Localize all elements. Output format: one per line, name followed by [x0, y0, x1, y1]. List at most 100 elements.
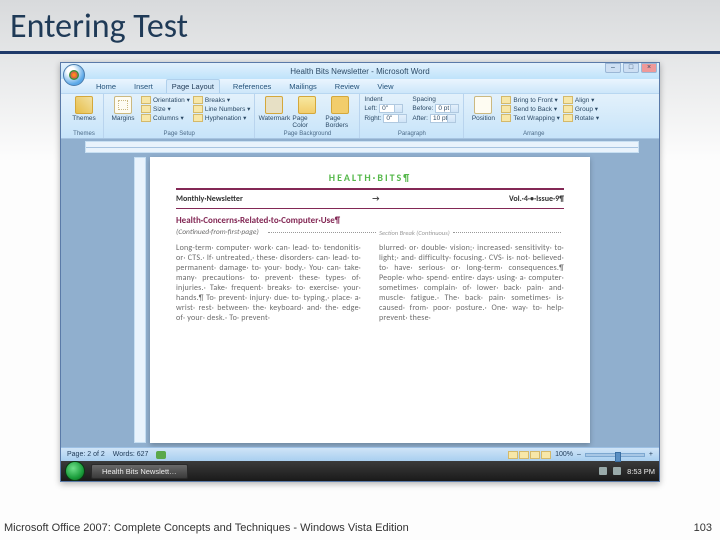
rotate-button[interactable]: Rotate ▾	[563, 114, 599, 122]
align-icon	[563, 96, 573, 104]
page-borders-label: Page Borders	[325, 115, 355, 129]
word-window: Health Bits Newsletter - Microsoft Word …	[60, 62, 660, 482]
document-page[interactable]: HEALTH·BITS¶ Monthly·Newsletter → Vol.·4…	[150, 157, 590, 443]
watermark-label: Watermark	[259, 115, 291, 122]
group-label-page-background: Page Background	[259, 131, 355, 137]
zoom-in-button[interactable]: +	[649, 451, 653, 458]
size-button[interactable]: Size ▾	[141, 105, 190, 113]
position-button[interactable]: Position	[468, 96, 498, 130]
themes-button[interactable]: Themes	[69, 96, 99, 130]
page-borders-icon	[331, 96, 349, 114]
office-button[interactable]	[63, 64, 85, 86]
tab-page-layout[interactable]: Page Layout	[166, 79, 220, 93]
zoom-slider[interactable]	[585, 453, 645, 457]
group-icon	[563, 105, 573, 113]
themes-icon	[75, 96, 93, 114]
zoom-controls: 100% – +	[508, 451, 653, 459]
margins-button[interactable]: Margins	[108, 96, 138, 130]
slide-page-number: 103	[694, 522, 712, 534]
orientation-icon	[141, 96, 151, 104]
tab-references[interactable]: References	[228, 80, 276, 93]
zoom-out-button[interactable]: –	[577, 451, 581, 458]
tab-home[interactable]: Home	[91, 80, 121, 93]
vertical-ruler[interactable]	[134, 157, 146, 443]
body-column-1: Long-term· computer· work· can· lead· to…	[176, 243, 361, 323]
bring-front-icon	[501, 96, 511, 104]
position-label: Position	[472, 115, 495, 122]
group-label-arrange: Arrange	[468, 131, 599, 137]
ribbon: Themes Themes Margins Orientation ▾ Size…	[61, 93, 659, 139]
newsletter-divider	[176, 188, 564, 190]
newsletter-subtitle-right: Vol.·4·•·Issue·9¶	[509, 194, 564, 204]
spacing-after-input[interactable]: 10 pt	[430, 114, 456, 123]
tab-mailings[interactable]: Mailings	[284, 80, 322, 93]
view-buttons[interactable]	[508, 451, 551, 459]
tray-icon[interactable]	[599, 467, 607, 475]
orientation-button[interactable]: Orientation ▾	[141, 96, 190, 104]
page-borders-button[interactable]: Page Borders	[325, 96, 355, 130]
status-bar: Page: 2 of 2 Words: 627 100% – +	[61, 447, 659, 461]
indent-heading: Indent	[364, 96, 407, 103]
horizontal-ruler[interactable]	[85, 141, 639, 153]
document-area: HEALTH·BITS¶ Monthly·Newsletter → Vol.·4…	[61, 139, 659, 447]
continued-text: (Continued·from·first·page)	[176, 228, 259, 237]
spacing-before-input[interactable]: 0 pt	[435, 104, 459, 113]
watermark-button[interactable]: Watermark	[259, 96, 289, 130]
slide-divider	[0, 51, 720, 54]
tab-insert[interactable]: Insert	[129, 80, 158, 93]
newsletter-title: HEALTH·BITS¶	[176, 171, 564, 184]
columns-button[interactable]: Columns ▾	[141, 114, 190, 122]
body-column-2: blurred· or· double· vision;· increased·…	[379, 243, 564, 323]
position-icon	[474, 96, 492, 114]
hyphenation-button[interactable]: Hyphenation ▾	[193, 114, 251, 122]
line-numbers-button[interactable]: Line Numbers ▾	[193, 105, 251, 113]
ribbon-tabs: Home Insert Page Layout References Maili…	[61, 79, 659, 93]
spellcheck-icon[interactable]	[156, 451, 166, 459]
tray-icon[interactable]	[613, 467, 621, 475]
rotate-icon	[563, 114, 573, 122]
status-page[interactable]: Page: 2 of 2	[67, 451, 105, 459]
tab-view[interactable]: View	[372, 80, 398, 93]
spacing-after-label: After:	[412, 115, 428, 122]
status-words[interactable]: Words: 627	[113, 451, 149, 459]
indent-right-input[interactable]: 0"	[383, 114, 407, 123]
taskbar-app-button[interactable]: Health Bits Newslett…	[91, 464, 188, 479]
newsletter-subtitle-left: Monthly·Newsletter	[176, 194, 243, 204]
newsletter-thin-divider	[176, 208, 564, 209]
clock[interactable]: 8:53 PM	[627, 467, 655, 476]
article-heading: Health·Concerns·Related·to·Computer·Use¶	[176, 215, 564, 226]
section-break-indicator: Section Break (Continuous)	[265, 229, 564, 237]
spacing-heading: Spacing	[412, 96, 459, 103]
slide-title: Entering Test	[0, 0, 720, 49]
minimize-button[interactable]: –	[605, 63, 621, 73]
page-color-button[interactable]: Page Color	[292, 96, 322, 130]
group-paragraph: Indent Spacing Left:0" Before:0 pt Right…	[360, 94, 464, 138]
start-button[interactable]	[65, 461, 85, 481]
slide-footer-text: Microsoft Office 2007: Complete Concepts…	[4, 522, 409, 534]
zoom-level[interactable]: 100%	[555, 451, 573, 458]
indent-right-label: Right:	[364, 115, 381, 122]
themes-label: Themes	[72, 115, 95, 122]
group-label-paragraph: Paragraph	[364, 131, 459, 137]
group-themes: Themes Themes	[65, 94, 104, 138]
align-button[interactable]: Align ▾	[563, 96, 599, 104]
line-numbers-icon	[193, 105, 203, 113]
watermark-icon	[265, 96, 283, 114]
group-label-themes: Themes	[69, 131, 99, 137]
breaks-button[interactable]: Breaks ▾	[193, 96, 251, 104]
window-title: Health Bits Newsletter - Microsoft Word	[290, 67, 429, 76]
wrap-icon	[501, 114, 511, 122]
send-to-back-button[interactable]: Send to Back ▾	[501, 105, 560, 113]
close-button[interactable]: ×	[641, 63, 657, 73]
text-wrapping-button[interactable]: Text Wrapping ▾	[501, 114, 560, 122]
group-button[interactable]: Group ▾	[563, 105, 599, 113]
system-tray[interactable]: 8:53 PM	[599, 467, 655, 476]
indent-left-label: Left:	[364, 105, 377, 112]
indent-left-input[interactable]: 0"	[379, 104, 403, 113]
group-label-page-setup: Page Setup	[108, 131, 250, 137]
bring-to-front-button[interactable]: Bring to Front ▾	[501, 96, 560, 104]
group-arrange: Position Bring to Front ▾ Send to Back ▾…	[464, 94, 603, 138]
tab-review[interactable]: Review	[330, 80, 365, 93]
maximize-button[interactable]: □	[623, 63, 639, 73]
spacing-before-label: Before:	[412, 105, 433, 112]
